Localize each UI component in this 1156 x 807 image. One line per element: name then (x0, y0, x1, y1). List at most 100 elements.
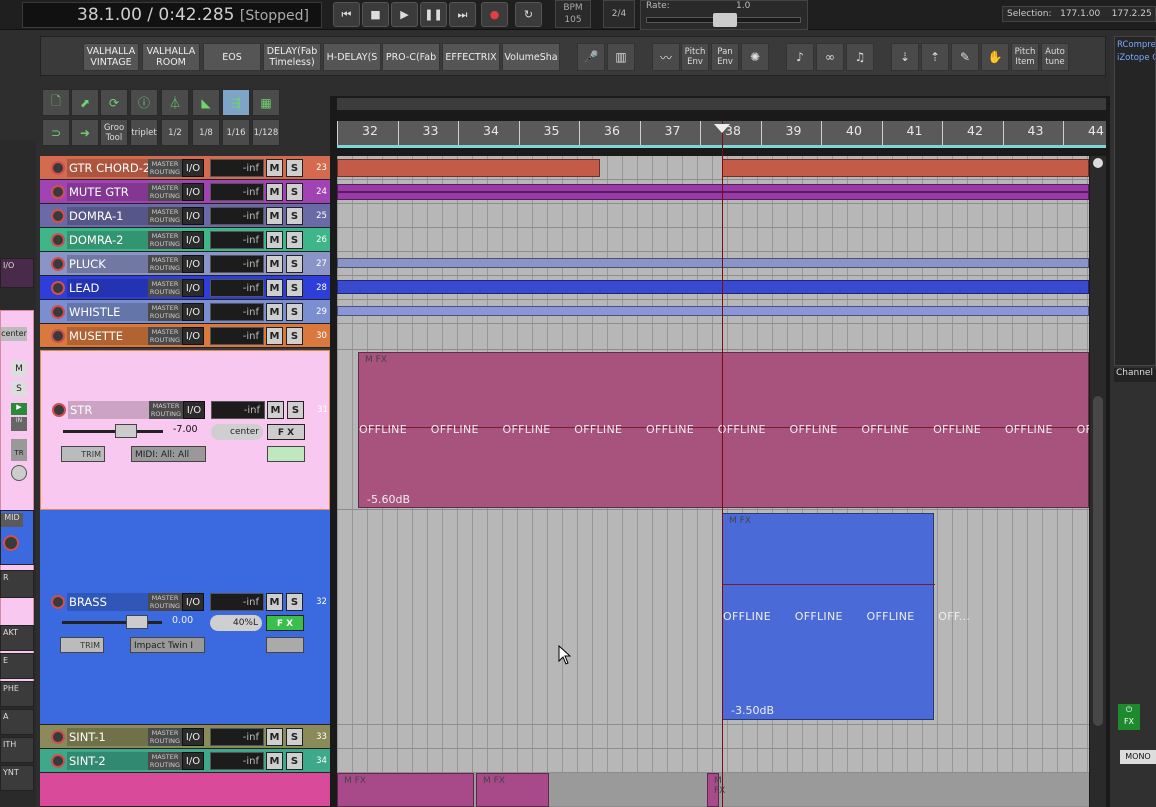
mute-button[interactable]: M (266, 593, 283, 611)
pitch-env-button[interactable]: Pitch Env (681, 43, 709, 71)
fx-button[interactable]: F X (267, 424, 305, 440)
pitch-item-button[interactable]: Pitch Item (1011, 43, 1039, 71)
item-mute-fx-label[interactable]: M FX (365, 355, 387, 365)
record-arm-icon[interactable] (51, 257, 65, 271)
track-lane[interactable] (337, 725, 1089, 749)
rate-slider-knob[interactable] (713, 13, 737, 27)
mute-button[interactable]: M (266, 183, 283, 201)
item-mute-fx-label[interactable]: M FX (344, 776, 366, 786)
volume-envelope-line[interactable] (723, 584, 935, 585)
plugin-button[interactable]: PRO-C(Fab (382, 43, 440, 71)
strip-io[interactable]: I/O (0, 258, 34, 288)
track-header[interactable]: DOMRA-1 MASTER ROUTING I/O -inf M S 25 (40, 204, 330, 228)
io-button[interactable]: I/O (182, 231, 204, 249)
strip-pan[interactable]: center (1, 327, 27, 341)
record-input-button[interactable]: 🎤 (577, 43, 605, 71)
note-button[interactable]: ♪ (786, 43, 814, 71)
snap-triangle-button[interactable]: ◣ (192, 89, 220, 116)
fx-chain-list[interactable]: RCompre iZotope O (1114, 36, 1156, 366)
media-item[interactable]: M FX (337, 773, 474, 807)
grid-eighth-button[interactable]: 1/8 (192, 119, 220, 146)
record-arm-icon[interactable] (51, 595, 65, 609)
record-arm-icon[interactable] (51, 161, 65, 175)
record-arm-icon[interactable] (51, 754, 65, 768)
track-lane[interactable]: M FX M FX M FX (337, 773, 1089, 807)
plugin-button[interactable]: VALHALLA VINTAGE (83, 43, 139, 71)
track-header[interactable]: BRASS MASTER ROUTING I/O -inf M S 32 0.0… (40, 510, 330, 725)
item-mute-fx-label[interactable]: M FX (729, 516, 751, 526)
record-arm-icon[interactable] (51, 281, 65, 295)
track-header[interactable]: SINT-1 MASTER ROUTING I/O -inf M S 33 (40, 725, 330, 749)
io-button[interactable]: I/O (182, 303, 204, 321)
media-item[interactable] (337, 184, 1089, 192)
mute-button[interactable]: M (266, 279, 283, 297)
solo-button[interactable]: S (286, 327, 303, 345)
move-button[interactable]: ➜ (71, 119, 99, 146)
track-header[interactable]: GTR CHORD-2 MASTER ROUTING I/O -inf M S … (40, 156, 330, 180)
solo-button[interactable]: S (286, 159, 303, 177)
solo-button[interactable]: S (286, 279, 303, 297)
solo-button[interactable]: S (286, 255, 303, 273)
plugin-button[interactable]: H-DELAY(S (323, 43, 381, 71)
ripple-button[interactable]: ⇶ (222, 89, 250, 116)
track-header[interactable]: STR MASTER ROUTING I/O -inf M S 31 -7.00… (40, 350, 330, 510)
input-monitor-button[interactable] (266, 637, 304, 653)
mono-button[interactable]: MONO (1120, 750, 1156, 764)
render-button[interactable]: ⟳ (100, 89, 128, 116)
plugin-button[interactable]: DELAY(Fab Timeless) (263, 43, 321, 71)
time-signature[interactable]: 2/4 (603, 0, 635, 28)
solo-button[interactable]: S (286, 728, 303, 746)
grid-half-button[interactable]: 1/2 (161, 119, 189, 146)
pause-button[interactable]: ❚❚ (420, 2, 447, 27)
insert-item-button[interactable]: ⬈ (71, 89, 99, 116)
snap-button[interactable]: ⊃ (42, 119, 70, 146)
track-lane[interactable] (337, 749, 1089, 773)
envelope-button[interactable]: 〰 (652, 43, 680, 71)
metronome-button[interactable]: ⏃ (161, 89, 189, 116)
stop-button[interactable]: ■ (362, 2, 389, 27)
track-header[interactable]: LEAD MASTER ROUTING I/O -inf M S 28 (40, 276, 330, 300)
media-item[interactable]: M FX (707, 773, 725, 807)
item-mute-fx-label[interactable]: M FX (483, 776, 505, 786)
track-header[interactable]: MUTE GTR MASTER ROUTING I/O -inf M S 24 (40, 180, 330, 204)
strip-midi[interactable]: MID (1, 513, 23, 527)
track-lanes[interactable]: M FX OFFLINE OFFLINE OFFLINE OFFLINE OFF… (337, 156, 1089, 807)
hand-tool-button[interactable]: ✋ (981, 43, 1009, 71)
time-display[interactable]: 38.1.00 / 0:42.285 [Stopped] (22, 2, 322, 28)
grid-sixteenth-button[interactable]: 1/16 (222, 119, 250, 146)
record-arm-icon[interactable] (3, 535, 19, 551)
bpm-display[interactable]: BPM 105 (555, 0, 591, 28)
io-button[interactable]: I/O (182, 207, 204, 225)
fx-chain-item[interactable]: RCompre (1117, 39, 1155, 52)
io-button[interactable]: I/O (182, 159, 204, 177)
mute-button[interactable]: M (266, 752, 283, 770)
io-button[interactable]: I/O (182, 279, 204, 297)
nudge-up-button[interactable]: ⇡ (921, 43, 949, 71)
media-item[interactable] (337, 306, 1089, 316)
fx-chain-item[interactable]: iZotope O (1117, 52, 1155, 65)
item-mute-fx-label[interactable]: M FX (714, 776, 725, 796)
grid-128-button[interactable]: 1/128 (252, 119, 280, 146)
media-item[interactable] (722, 159, 1089, 177)
repeat-button[interactable]: ↻ (515, 2, 542, 27)
strip-solo[interactable]: S (11, 381, 27, 397)
record-arm-icon[interactable] (51, 305, 65, 319)
plugin-button[interactable]: VALHALLA ROOM (142, 43, 200, 71)
track-lane[interactable] (337, 156, 1089, 180)
record-arm-icon[interactable] (51, 209, 65, 223)
ruler-region-lane[interactable] (337, 98, 1106, 110)
fader-knob[interactable] (115, 424, 137, 438)
track-lane[interactable] (337, 300, 1089, 324)
scrollbar-thumb[interactable] (1093, 396, 1103, 726)
media-item[interactable] (337, 258, 1089, 268)
track-header[interactable]: MUSETTE MASTER ROUTING I/O -inf M S 30 (40, 324, 330, 348)
nudge-down-button[interactable]: ⇣ (891, 43, 919, 71)
volume-fader[interactable]: 0.00 (62, 615, 202, 629)
mute-button[interactable]: M (266, 207, 283, 225)
input-monitor-button[interactable] (267, 446, 305, 462)
mute-button[interactable]: M (266, 728, 283, 746)
track-lane[interactable] (337, 204, 1089, 228)
cursor-marker-icon[interactable] (714, 124, 730, 133)
io-button[interactable]: I/O (182, 327, 204, 345)
phase-icon[interactable] (11, 465, 27, 481)
